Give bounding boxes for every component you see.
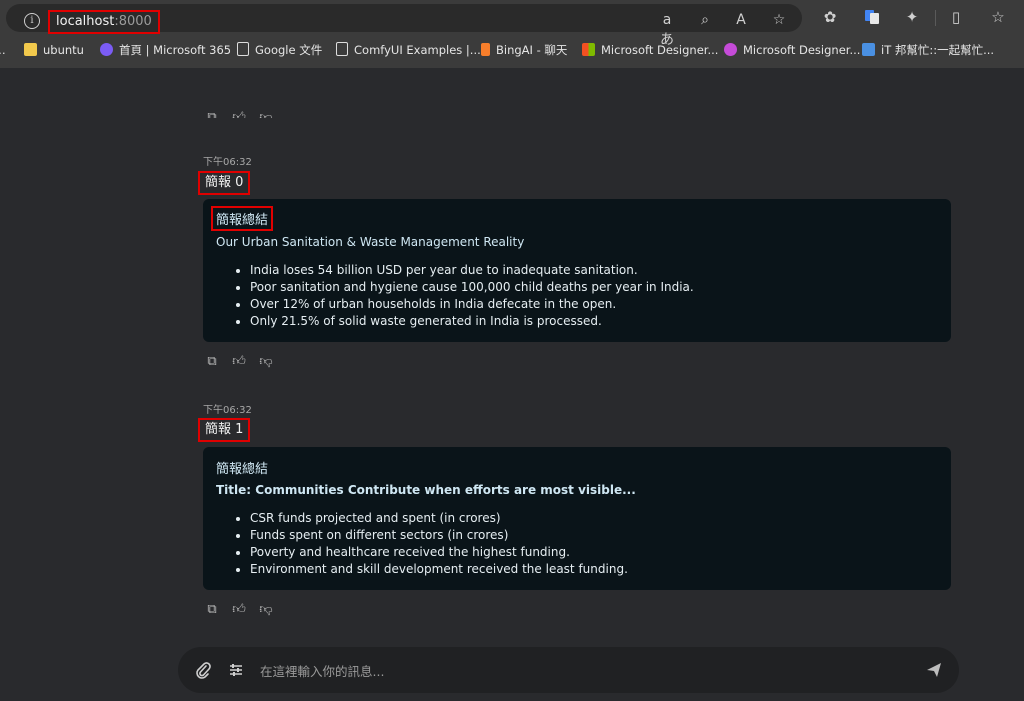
previous-message-actions: ⧉ 👍︎ 👎︎ [203,106,284,118]
list-item: Poor sanitation and hygiene cause 100,00… [250,279,694,296]
split-screen-icon[interactable]: ▯ [944,6,968,28]
document-icon [237,42,249,56]
bookmark-overflow[interactable]: ‥ [0,41,6,59]
toolbar-divider [935,10,936,26]
document-icon [336,42,348,56]
message-actions: ⧉ 👍︎ 👎︎ [203,350,284,371]
read-aloud-icon[interactable]: A [730,10,752,30]
bookmark-item[interactable]: Microsoft Designer... [724,41,860,59]
address-bar[interactable]: i localhost:8000 aあ ⌕ A ☆ [6,4,802,48]
message-title: 簡報 0 [198,171,251,195]
settings-sliders-icon[interactable] [225,659,247,681]
url-host: localhost [56,14,115,29]
chat-area[interactable]: ⧉ 👍︎ 👎︎ 下午06:32 簡報 0 簡報總結 Our Urban Sanita… [0,68,1024,701]
bullet-list: CSR funds projected and spent (in crores… [216,510,628,578]
thumbs-up-icon[interactable]: 👍︎ [230,353,248,371]
thumbs-down-icon[interactable]: 👎︎ [257,353,275,371]
bookmark-label: ComfyUI Examples |... [354,43,481,57]
copy-icon[interactable]: ⧉ [203,109,221,118]
card-subtitle: Title: Communities Contribute when effor… [216,483,636,497]
bullet-list: India loses 54 billion USD per year due … [216,262,694,330]
bookmark-item[interactable]: iT 邦幫忙::一起幫忙... [862,41,994,59]
message-composer [178,647,959,693]
message-actions: ⧉ 👍︎ 👎︎ [203,598,284,619]
send-icon[interactable] [923,659,945,681]
message-time: 下午06:32 [203,405,252,416]
card-heading: 簡報總結 [216,462,269,477]
message-time: 下午06:32 [203,157,252,168]
folder-icon [24,43,37,56]
list-item: Poverty and healthcare received the high… [250,544,628,561]
google-translate-icon[interactable] [860,6,884,28]
bookmark-label: iT 邦幫忙::一起幫忙... [881,43,995,57]
designer-icon [724,43,737,56]
microsoft-logo-icon [582,43,595,56]
thumbs-up-icon[interactable]: 👍︎ [230,109,248,118]
bookmark-label: BingAI - 聊天 [496,43,568,57]
attach-paperclip-icon[interactable] [192,659,214,681]
bookmark-label: Google 文件 [255,43,323,57]
card-subtitle: Our Urban Sanitation & Waste Management … [216,235,525,249]
message-card: 簡報總結 Our Urban Sanitation & Waste Manage… [203,199,951,342]
translate-icon[interactable]: aあ [656,10,678,48]
url-text[interactable]: localhost:8000 [48,10,160,34]
extensions-puzzle-icon[interactable]: ✦ [900,6,924,28]
bing-icon [481,43,490,56]
favorite-star-icon[interactable]: ☆ [768,10,790,30]
copy-icon[interactable]: ⧉ [203,353,221,371]
bookmark-label: Microsoft Designer... [601,43,719,57]
list-item: Funds spent on different sectors (in cro… [250,527,628,544]
site-info-icon[interactable]: i [24,13,40,29]
bookmark-item[interactable]: BingAI - 聊天 [481,41,567,59]
bookmark-item[interactable]: Google 文件 [237,41,322,59]
list-item: Environment and skill development receiv… [250,561,628,578]
bookmark-label: Microsoft Designer... [743,43,861,57]
card-heading: 簡報總結 [211,206,274,231]
url-port: :8000 [114,14,152,29]
bookmark-item[interactable]: Microsoft Designer... [582,41,718,59]
bookmark-item[interactable]: 首頁 | Microsoft 365 [100,41,231,59]
m365-icon [100,43,113,56]
list-item: Over 12% of urban households in India de… [250,296,694,313]
message-card: 簡報總結 Title: Communities Contribute when … [203,447,951,590]
bookmarks-bar: ‥ ubuntu 首頁 | Microsoft 365 Google 文件 Co… [0,38,1024,62]
favorites-bar-icon[interactable]: ☆ [986,6,1010,28]
thumbs-down-icon[interactable]: 👎︎ [257,109,275,118]
ithome-icon [862,43,875,56]
bookmark-label: ubuntu [43,43,84,57]
zoom-icon[interactable]: ⌕ [694,10,716,30]
thumbs-up-icon[interactable]: 👍︎ [230,601,248,619]
bookmark-item[interactable]: ComfyUI Examples |... [336,41,481,59]
message-input[interactable] [258,659,882,683]
list-item: Only 21.5% of solid waste generated in I… [250,313,694,330]
bookmark-label: 首頁 | Microsoft 365 [119,43,232,57]
extension-film-icon[interactable]: ✿ [818,6,842,28]
copy-icon[interactable]: ⧉ [203,601,221,619]
list-item: India loses 54 billion USD per year due … [250,262,694,279]
browser-chrome: i localhost:8000 aあ ⌕ A ☆ ✿ ✦ ▯ ☆ ‥ ubun… [0,0,1024,68]
list-item: CSR funds projected and spent (in crores… [250,510,628,527]
message-title: 簡報 1 [198,418,251,442]
thumbs-down-icon[interactable]: 👎︎ [257,601,275,619]
bookmark-item[interactable]: ubuntu [24,41,84,59]
